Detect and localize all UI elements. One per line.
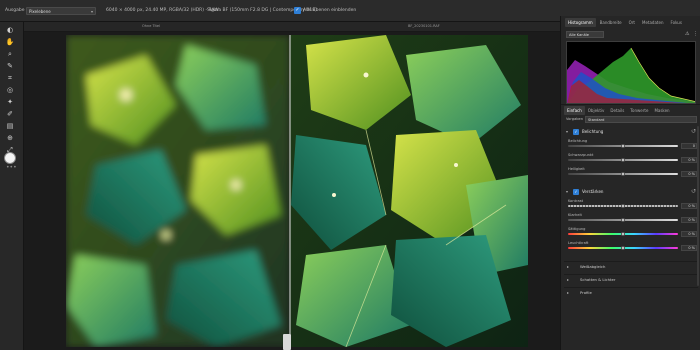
enhance-title: Verstärken bbox=[582, 189, 604, 194]
tab-einfach[interactable]: Einfach bbox=[564, 105, 585, 115]
slider-label: Klarheit bbox=[568, 213, 582, 217]
develop-persona-icon[interactable]: ◐ bbox=[4, 26, 16, 35]
image-info: 6040 × 4000 px, 24.40 MP, RGBA/32 (HDR) … bbox=[106, 8, 219, 13]
brush-tool-icon[interactable]: ✐ bbox=[4, 110, 16, 119]
panel-scrollbar[interactable] bbox=[697, 126, 699, 286]
slider-value-field[interactable]: 0 % bbox=[681, 157, 697, 163]
gradient-tool-icon[interactable]: ▤ bbox=[4, 122, 16, 131]
slider-knob[interactable] bbox=[621, 204, 625, 208]
develop-tabs: Einfach Objektiv Details Tonwerte Masken bbox=[561, 104, 700, 115]
histogram-tabs: Histogramm Bandbreite Ort Metadaten Foku… bbox=[561, 16, 700, 28]
slider-label: Helligkeit bbox=[568, 167, 585, 171]
slider-knob[interactable] bbox=[621, 218, 625, 222]
tab-metadaten[interactable]: Metadaten bbox=[639, 18, 667, 27]
white-balance-title: Weißabgleich bbox=[580, 264, 606, 269]
tab-tonwerte[interactable]: Tonwerte bbox=[627, 106, 651, 115]
tab-details[interactable]: Details bbox=[607, 106, 627, 115]
tab-objektiv[interactable]: Objektiv bbox=[585, 106, 608, 115]
preset-select[interactable]: Standard bbox=[585, 116, 697, 123]
shadows-highlights-title: Schatten & Lichter bbox=[580, 277, 616, 282]
enhance-section-header[interactable]: ▾ ✓ Verstärken ↺ bbox=[564, 188, 698, 197]
white-balance-section[interactable]: ▸ Weißabgleich bbox=[564, 261, 698, 270]
all-layers-checkbox[interactable]: ✓ bbox=[294, 7, 301, 14]
slider-knob[interactable] bbox=[621, 172, 625, 176]
tab-masken[interactable]: Masken bbox=[651, 106, 672, 115]
slider-value-field[interactable]: 0 % bbox=[681, 231, 697, 237]
tools-panel: ◐ ✋ ⌕ ✎ ⌗ ◎ ✦ ✐ ▤ ⊕ ⤢ ••• bbox=[0, 22, 24, 350]
chevron-right-icon: ▸ bbox=[567, 264, 570, 269]
slider-label: Schwarzpunkt bbox=[568, 153, 594, 157]
tab-fokus[interactable]: Fokus bbox=[668, 18, 685, 27]
slider-value-field[interactable]: 0 % bbox=[681, 171, 697, 177]
more-tools-icon[interactable]: ••• bbox=[6, 164, 17, 171]
output-label: Ausgabe bbox=[5, 8, 25, 13]
shadows-highlights-section[interactable]: ▸ Schatten & Lichter bbox=[564, 274, 698, 283]
exposure-enable-checkbox[interactable]: ✓ bbox=[573, 129, 579, 135]
warning-icon[interactable]: ⚠ bbox=[685, 31, 693, 38]
slider-knob[interactable] bbox=[621, 144, 625, 148]
slider-knob[interactable] bbox=[621, 232, 625, 236]
left-file-name: Ohne Titel bbox=[142, 24, 160, 28]
enhance-enable-checkbox[interactable]: ✓ bbox=[573, 189, 579, 195]
profiles-title: Profile bbox=[580, 290, 592, 295]
blemish-tool-icon[interactable]: ✦ bbox=[4, 98, 16, 107]
crop-tool-icon[interactable]: ⌗ bbox=[4, 74, 16, 83]
tab-ort[interactable]: Ort bbox=[626, 18, 638, 27]
chevron-right-icon: ▸ bbox=[567, 277, 570, 282]
slider-label: Belichtung bbox=[568, 139, 588, 143]
slider-value-field[interactable]: 0 bbox=[681, 143, 697, 149]
all-layers-label: Alle Ebenen einblenden bbox=[303, 8, 357, 13]
red-eye-tool-icon[interactable]: ◎ bbox=[4, 86, 16, 95]
split-handle[interactable] bbox=[283, 334, 291, 350]
histogram-chart bbox=[566, 41, 696, 104]
right-file-name: BF_20230101.RAF bbox=[408, 24, 440, 28]
slider-label: Leuchtkraft bbox=[568, 241, 589, 245]
exposure-section-header[interactable]: ▾ ✓ Belichtung ↺ bbox=[564, 128, 698, 137]
exposure-title: Belichtung bbox=[582, 129, 604, 134]
reset-icon[interactable]: ↺ bbox=[691, 128, 696, 135]
chevron-down-icon: ▾ bbox=[566, 189, 569, 194]
color-swatch[interactable] bbox=[4, 152, 16, 164]
overlay-tool-icon[interactable]: ⊕ bbox=[4, 134, 16, 143]
output-select[interactable]: Pixelebene ▾ bbox=[26, 7, 96, 15]
output-select-value: Pixelebene bbox=[29, 9, 51, 14]
tab-histogram[interactable]: Histogramm bbox=[565, 17, 596, 27]
histogram-mode-select[interactable]: Alle Kanäle bbox=[566, 31, 604, 38]
preset-label: Vorgaben bbox=[566, 117, 584, 121]
settings-icon[interactable]: ⋮ bbox=[693, 31, 700, 38]
zoom-tool-icon[interactable]: ⌕ bbox=[4, 50, 16, 59]
chevron-right-icon: ▸ bbox=[567, 290, 570, 295]
reset-icon[interactable]: ↺ bbox=[691, 188, 696, 195]
slider-label: Sättigung bbox=[568, 227, 586, 231]
slider-knob[interactable] bbox=[621, 246, 625, 250]
tab-bandbreite[interactable]: Bandbreite bbox=[597, 18, 625, 27]
canvas-area[interactable] bbox=[24, 32, 560, 350]
studio-panel: Histogramm Bandbreite Ort Metadaten Foku… bbox=[560, 16, 700, 350]
white-balance-tool-icon[interactable]: ✎ bbox=[4, 62, 16, 71]
chevron-down-icon: ▾ bbox=[90, 9, 93, 14]
hand-tool-icon[interactable]: ✋ bbox=[4, 38, 16, 47]
ivy-photo[interactable] bbox=[66, 35, 528, 347]
split-view-header: Ohne Titel BF_20230101.RAF bbox=[24, 22, 560, 32]
profiles-section[interactable]: ▸ Profile bbox=[564, 287, 698, 296]
slider-value-field[interactable]: 0 % bbox=[681, 245, 697, 251]
slider-value-field[interactable]: 0 % bbox=[681, 203, 697, 209]
slider-label: Kontrast bbox=[568, 199, 584, 203]
slider-knob[interactable] bbox=[621, 158, 625, 162]
chevron-down-icon: ▾ bbox=[566, 129, 569, 134]
slider-value-field[interactable]: 0 % bbox=[681, 217, 697, 223]
